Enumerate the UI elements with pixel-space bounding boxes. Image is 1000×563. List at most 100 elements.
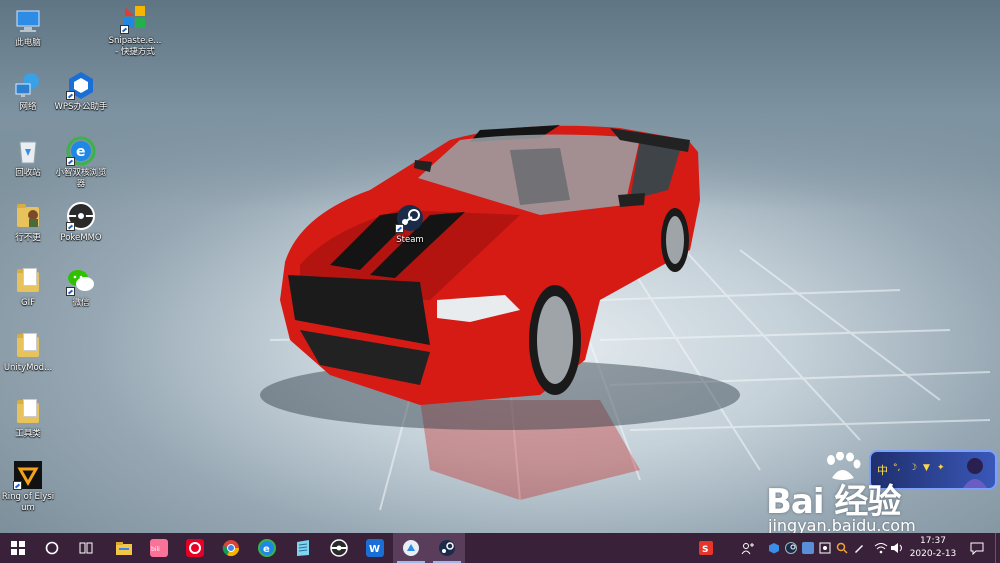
folder-icon: [13, 201, 43, 231]
browser-icon: e: [66, 136, 96, 166]
taskbar-steam[interactable]: [429, 533, 465, 563]
netease-music-icon: [186, 539, 204, 557]
desktop-icon-pokemmo[interactable]: PokeMMO: [53, 201, 109, 244]
desktop-icon-folder-tools[interactable]: 工具类: [0, 397, 56, 440]
shortcut-arrow-icon: [66, 157, 75, 166]
desktop-icon-label: 行不更: [15, 233, 41, 243]
sparkle-icon: ✦: [937, 463, 945, 473]
desktop-icon-recycle-bin[interactable]: 回收站: [0, 136, 56, 179]
bilibili-icon: bili: [150, 539, 168, 557]
taskbar-netease-music[interactable]: [177, 533, 213, 563]
desktop-icon-network[interactable]: 网络: [0, 70, 56, 113]
ring-of-elysium-icon: [13, 460, 43, 490]
desktop-icon-label: UnityMod...: [3, 363, 53, 373]
tray-search[interactable]: [834, 533, 850, 563]
taskbar: bili e W S 17:37 2020-2-13: [0, 533, 1000, 563]
wps-assistant-icon: [66, 70, 96, 100]
taskbar-notepad[interactable]: [285, 533, 321, 563]
cortana-circle-icon: [45, 541, 59, 555]
folder-icon: [13, 331, 43, 361]
moon-icon[interactable]: ☽: [909, 463, 917, 473]
desktop-icon-steam[interactable]: Steam: [382, 203, 438, 246]
volume-icon: [891, 543, 902, 553]
desktop-icon-folder-unitymod[interactable]: UnityMod...: [0, 331, 56, 374]
svg-text:W: W: [369, 544, 380, 555]
desktop-icon-label: 小智双核浏览器: [55, 168, 107, 189]
browser-icon: e: [258, 539, 276, 557]
clock-date: 2020-2-13: [909, 549, 957, 559]
desktop-icon-this-pc[interactable]: 此电脑: [0, 6, 56, 49]
search-tray-icon: [836, 542, 848, 554]
wps-icon: W: [366, 539, 384, 557]
gear-tray-icon: [819, 542, 831, 554]
taskbar-bilibili[interactable]: bili: [141, 533, 177, 563]
sogou-ime-icon: S: [699, 541, 713, 555]
tray-people[interactable]: [738, 533, 758, 563]
app-tray-icon: [802, 542, 814, 554]
taskbar-file-explorer[interactable]: [106, 533, 142, 563]
taskbar-app[interactable]: [393, 533, 429, 563]
notification-icon: [970, 542, 984, 555]
desktop-icon-label: 网络: [19, 102, 37, 112]
show-desktop-button[interactable]: [995, 533, 1000, 563]
tray-gear[interactable]: [817, 533, 833, 563]
desktop-icon-wps-assistant[interactable]: WPS办公助手: [53, 70, 109, 113]
shortcut-arrow-icon: [13, 481, 22, 490]
cortana-search-button[interactable]: [34, 533, 70, 563]
taskbar-clock[interactable]: 17:37 2020-2-13: [904, 533, 962, 563]
desktop-icon-label: 回收站: [15, 168, 41, 178]
wifi-icon: [874, 543, 888, 554]
action-center-button[interactable]: [966, 533, 988, 563]
shirt-icon[interactable]: ▼: [923, 463, 930, 473]
taskbar-chrome[interactable]: [213, 533, 249, 563]
desktop-icon-snipaste[interactable]: Snipaste.e... - 快捷方式: [107, 4, 163, 58]
folder-icon: [13, 397, 43, 427]
desktop-icon-ring-of-elysium[interactable]: Ring of Elysium: [0, 460, 56, 514]
network-icon: [13, 70, 43, 100]
tray-sogou-ime[interactable]: S: [696, 533, 716, 563]
svg-text:e: e: [76, 144, 86, 160]
tray-edit[interactable]: [851, 533, 867, 563]
pokemmo-icon: [66, 201, 96, 231]
desktop-icon-label: 微信: [72, 298, 90, 308]
notepad-icon: [297, 540, 309, 556]
desktop-icon-wechat[interactable]: 微信: [53, 266, 109, 309]
desktop-icon-label: Ring of Elysium: [1, 492, 55, 513]
app-icon: [403, 540, 419, 556]
tray-steam[interactable]: [783, 533, 799, 563]
taskbar-pokemmo[interactable]: [321, 533, 357, 563]
windows-start-icon: [11, 541, 25, 555]
computer-icon: [13, 6, 43, 36]
chrome-icon: [222, 540, 240, 557]
desktop-icon-browser[interactable]: e 小智双核浏览器: [53, 136, 109, 190]
task-view-icon: [79, 542, 93, 554]
snipaste-icon: [120, 4, 150, 34]
pokemmo-icon: [330, 539, 348, 557]
wechat-icon: [66, 266, 96, 296]
punctuation-icon[interactable]: °,: [893, 463, 900, 473]
steam-icon: [439, 540, 455, 556]
desktop-icon-label: Snipaste.e... - 快捷方式: [108, 36, 162, 57]
svg-text:bili: bili: [151, 546, 160, 553]
taskbar-wps[interactable]: W: [357, 533, 393, 563]
taskbar-browser[interactable]: e: [249, 533, 285, 563]
shortcut-arrow-icon: [66, 91, 75, 100]
svg-text:e: e: [263, 544, 270, 555]
box-icon: [769, 543, 779, 554]
task-view-button[interactable]: [68, 533, 104, 563]
desktop-icon-label: 此电脑: [15, 38, 41, 48]
start-button[interactable]: [0, 533, 36, 563]
svg-text:S: S: [702, 545, 708, 555]
character-skin-icon: [963, 458, 987, 488]
desktop-icon-label: Steam: [396, 235, 424, 245]
desktop-icon-label: GIF: [21, 298, 35, 308]
shortcut-arrow-icon: [120, 25, 129, 34]
desktop-icon-label: PokeMMO: [60, 233, 102, 243]
tray-app[interactable]: [800, 533, 816, 563]
steam-tray-icon: [785, 542, 797, 554]
folder-icon: [13, 266, 43, 296]
shortcut-arrow-icon: [66, 222, 75, 231]
tray-box[interactable]: [766, 533, 782, 563]
desktop-icon-folder-xingbugeng[interactable]: 行不更: [0, 201, 56, 244]
desktop-icon-folder-gif[interactable]: GIF: [0, 266, 56, 309]
